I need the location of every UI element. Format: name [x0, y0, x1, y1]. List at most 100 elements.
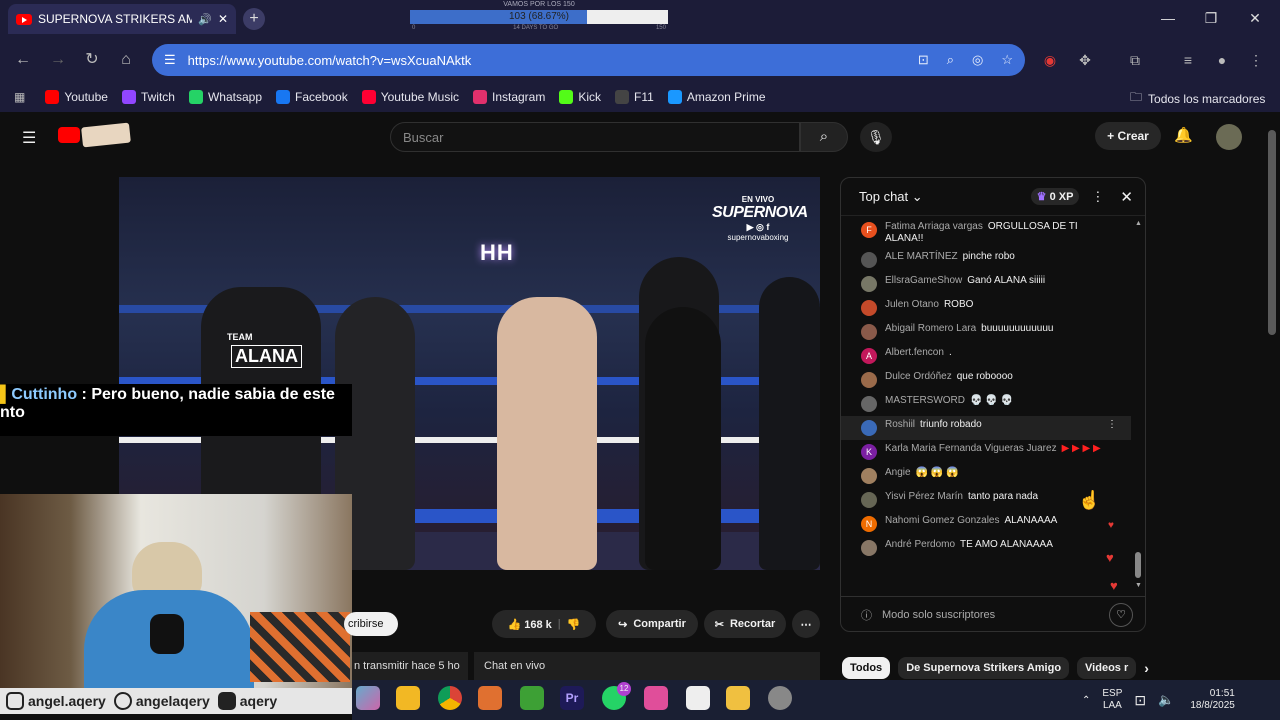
- eye-off-icon[interactable]: ◎: [972, 52, 983, 68]
- scroll-thumb[interactable]: [1135, 552, 1141, 578]
- chat-scrollbar[interactable]: ▲ ▼: [1135, 218, 1142, 594]
- scroll-down-icon[interactable]: ▼: [1135, 582, 1142, 589]
- chat-avatar[interactable]: [861, 396, 877, 412]
- chat-message[interactable]: MASTERSWORD 💀 💀 💀: [841, 392, 1131, 416]
- profile-avatar-icon[interactable]: ●: [1212, 50, 1232, 70]
- capcut-icon[interactable]: [686, 686, 710, 710]
- bookmark-amazon-prime[interactable]: Amazon Prime: [667, 90, 766, 104]
- all-bookmarks[interactable]: 🗀 Todos los marcadores: [1130, 88, 1265, 109]
- like-button[interactable]: 👍 168 k: [507, 618, 551, 631]
- chat-avatar[interactable]: A: [861, 348, 877, 364]
- close-tab-icon[interactable]: ✕: [218, 12, 228, 26]
- home-icon[interactable]: ⌂: [116, 50, 136, 70]
- volume-icon[interactable]: 🔈: [1158, 692, 1174, 708]
- chat-author[interactable]: Julen Otano: [885, 299, 939, 310]
- chat-message[interactable]: A Albert.fencon.: [841, 344, 1131, 368]
- forward-arrow-icon[interactable]: →: [48, 50, 68, 70]
- subscribe-button[interactable]: cribirse: [344, 612, 398, 636]
- reload-icon[interactable]: ↻: [82, 50, 102, 70]
- chat-message[interactable]: K Karla Maria Fernanda Vigueras Juarez ▶ ▶…: [841, 440, 1131, 464]
- youtube-logo-icon[interactable]: [58, 127, 80, 143]
- bookmark-youtube-music[interactable]: Youtube Music: [361, 90, 459, 104]
- chat-avatar[interactable]: K: [861, 444, 877, 460]
- chat-author[interactable]: Angie: [885, 467, 911, 478]
- heart-icon[interactable]: ♡: [1109, 602, 1133, 627]
- chat-menu-dots-icon[interactable]: ⋮: [1091, 189, 1104, 205]
- scroll-up-icon[interactable]: ▲: [1135, 220, 1142, 227]
- chat-avatar[interactable]: N: [861, 516, 877, 532]
- clip-button[interactable]: ✂ Recortar: [704, 610, 786, 638]
- extensions-icon[interactable]: ✥: [1075, 50, 1095, 70]
- chat-avatar[interactable]: [861, 540, 877, 556]
- file-explorer-icon[interactable]: [396, 686, 420, 710]
- chat-author[interactable]: Roshiil: [885, 419, 915, 430]
- bookmark-whatsapp[interactable]: Whatsapp: [188, 90, 262, 104]
- chat-message[interactable]: Dulce Ordóñez que roboooo: [841, 368, 1131, 392]
- more-actions-icon[interactable]: ⋯: [792, 610, 820, 638]
- chat-avatar[interactable]: [861, 324, 877, 340]
- share-button[interactable]: ↪ Compartir: [606, 610, 698, 638]
- address-bar[interactable]: ☰ https://www.youtube.com/watch?v=wsXcua…: [152, 44, 1025, 76]
- chip-all[interactable]: Todos: [842, 657, 891, 679]
- chat-author[interactable]: Karla Maria Fernanda Vigueras Juarez: [885, 443, 1057, 454]
- message-menu-icon[interactable]: ⋮: [1107, 419, 1117, 431]
- chat-author[interactable]: Albert.fencon: [885, 347, 944, 358]
- chevron-right-icon[interactable]: ›: [1144, 657, 1149, 679]
- microphone-icon[interactable]: 🎙: [860, 122, 892, 152]
- bookmark-youtube[interactable]: Youtube: [45, 90, 108, 104]
- minecraft-icon[interactable]: [520, 686, 544, 710]
- search-input[interactable]: Buscar: [390, 122, 800, 152]
- new-tab-button[interactable]: +: [243, 8, 265, 30]
- chat-message[interactable]: Angie 😱 😱 😱: [841, 464, 1131, 488]
- chat-avatar[interactable]: [861, 276, 877, 292]
- user-avatar[interactable]: [1216, 124, 1242, 150]
- live-chat-replay-button[interactable]: Chat en vivo: [474, 652, 820, 680]
- chat-avatar[interactable]: [861, 252, 877, 268]
- zoom-icon[interactable]: ⌕: [947, 52, 954, 68]
- chat-author[interactable]: André Perdomo: [885, 539, 955, 550]
- chat-author[interactable]: Fatima Arriaga vargas: [885, 221, 983, 232]
- bookmark-f11[interactable]: F11: [615, 90, 654, 104]
- chat-message[interactable]: EllsraGameShow Ganó ALANA siiiii: [841, 272, 1131, 296]
- copilot-icon[interactable]: [356, 686, 380, 710]
- chat-message[interactable]: N Nahomi Gomez Gonzales ALANAAAA: [841, 512, 1131, 536]
- language-indicator[interactable]: ESP LAA: [1102, 688, 1122, 712]
- clock[interactable]: 01:51 18/8/2025: [1190, 688, 1235, 712]
- chat-message[interactable]: Abigail Romero Lara buuuuuuuuuuuu: [841, 320, 1131, 344]
- chat-author[interactable]: Abigail Romero Lara: [885, 323, 976, 334]
- bookmark-facebook[interactable]: Facebook: [276, 90, 348, 104]
- chip-channel[interactable]: De Supernova Strikers Amigo: [898, 657, 1070, 679]
- search-icon[interactable]: ⌕: [800, 122, 848, 152]
- chrome-icon[interactable]: [438, 686, 462, 710]
- audio-icon[interactable]: 🔊: [198, 13, 212, 26]
- close-window-icon[interactable]: ✕: [1245, 10, 1265, 28]
- chat-author[interactable]: ALE MARTÍNEZ: [885, 251, 958, 262]
- media-icon[interactable]: ≡: [1178, 50, 1198, 70]
- install-icon[interactable]: ⊡: [918, 52, 929, 68]
- firefox-icon[interactable]: [478, 686, 502, 710]
- network-icon[interactable]: ⊡: [1134, 692, 1146, 709]
- bookmark-kick[interactable]: Kick: [559, 90, 601, 104]
- chat-avatar[interactable]: [861, 372, 877, 388]
- chat-avatar[interactable]: [861, 420, 877, 436]
- bookmark-star-icon[interactable]: ☆: [1001, 52, 1013, 68]
- minimize-icon[interactable]: —: [1158, 10, 1178, 28]
- chip-videos[interactable]: Videos r: [1077, 657, 1137, 679]
- bookmark-instagram[interactable]: Instagram: [472, 90, 545, 104]
- chat-avatar[interactable]: [861, 468, 877, 484]
- chat-message[interactable]: Roshiil triunfo robado ⋮: [841, 416, 1131, 440]
- browser-tab[interactable]: SUPERNOVA STRIKERS AMIG 🔊 ✕: [8, 4, 236, 34]
- site-info-icon[interactable]: ☰: [164, 52, 176, 68]
- app-icon[interactable]: [644, 686, 668, 710]
- chat-avatar[interactable]: F: [861, 222, 877, 238]
- menu-dots-icon[interactable]: ⋮: [1246, 50, 1266, 70]
- notifications-bell-icon[interactable]: 🔔: [1174, 126, 1193, 144]
- bookmark-twitch[interactable]: Twitch: [121, 90, 175, 104]
- page-scrollbar-thumb[interactable]: [1268, 130, 1276, 335]
- apps-grid-icon[interactable]: ▦: [14, 90, 25, 104]
- chat-author[interactable]: MASTERSWORD: [885, 395, 965, 406]
- chat-message[interactable]: ALE MARTÍNEZ pinche robo: [841, 248, 1131, 272]
- chat-message[interactable]: Julen Otano ROBO: [841, 296, 1131, 320]
- chat-close-icon[interactable]: ✕: [1120, 188, 1133, 206]
- dislike-icon[interactable]: 👎: [567, 618, 581, 631]
